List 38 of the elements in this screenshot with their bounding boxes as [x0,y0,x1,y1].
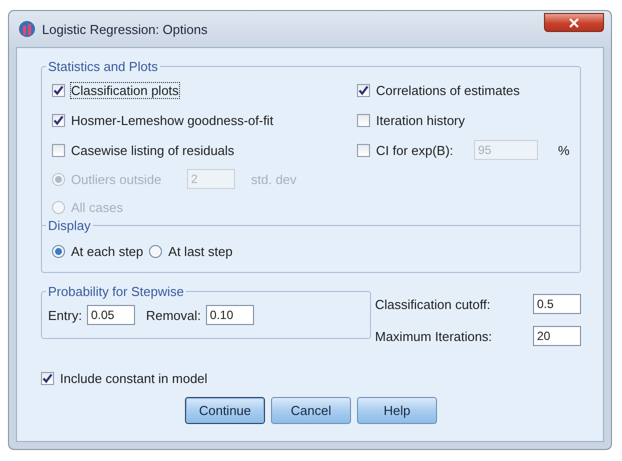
checkbox[interactable] [41,372,54,384]
field-label: Maximum Iterations: [375,328,494,344]
dialog-button[interactable]: Cancel [271,397,351,424]
unit-label: std. dev [251,172,297,186]
option-label[interactable]: Include constant in model [60,370,208,386]
unit-label: % [558,142,570,158]
field-label: Classification cutoff: [375,296,492,312]
field-label: Entry: [48,308,82,322]
checkbox[interactable] [357,114,370,126]
option-label[interactable]: Iteration history [376,112,465,128]
checkbox[interactable] [52,84,65,96]
checkbox[interactable] [357,144,370,156]
dialog-button[interactable]: Help [357,397,437,424]
option-label[interactable]: At each step [71,244,144,258]
value-field[interactable]: 0.5 [533,294,581,314]
group-title: Statistics and Plots [46,59,160,74]
dialog-button[interactable]: Continue [185,397,265,424]
radio-button[interactable] [52,244,65,258]
checkbox[interactable] [52,144,65,156]
field-label: Removal: [146,308,201,322]
option-label[interactable]: Classification plots [71,82,179,98]
option-label[interactable]: Hosmer-Lemeshow goodness-of-fit [71,112,274,128]
option-label[interactable]: Casewise listing of residuals [71,142,234,158]
option-label[interactable]: At last step [168,244,233,258]
radio-button[interactable] [149,244,162,258]
probability-field[interactable]: 0.10 [206,305,254,325]
checkbox[interactable] [357,84,370,96]
option-label[interactable]: Correlations of estimates [376,82,520,98]
close-button[interactable] [544,13,604,32]
checkbox[interactable] [52,114,65,126]
window-title: Logistic Regression: Options [42,22,208,36]
app-icon [18,20,36,38]
group-title: Display [46,218,93,233]
probability-field[interactable]: 0.05 [86,305,135,325]
group-title: Probability for Stepwise [46,284,186,299]
option-label[interactable]: CI for exp(B): [376,142,468,158]
close-icon [569,18,579,28]
value-field[interactable]: 20 [533,326,581,346]
